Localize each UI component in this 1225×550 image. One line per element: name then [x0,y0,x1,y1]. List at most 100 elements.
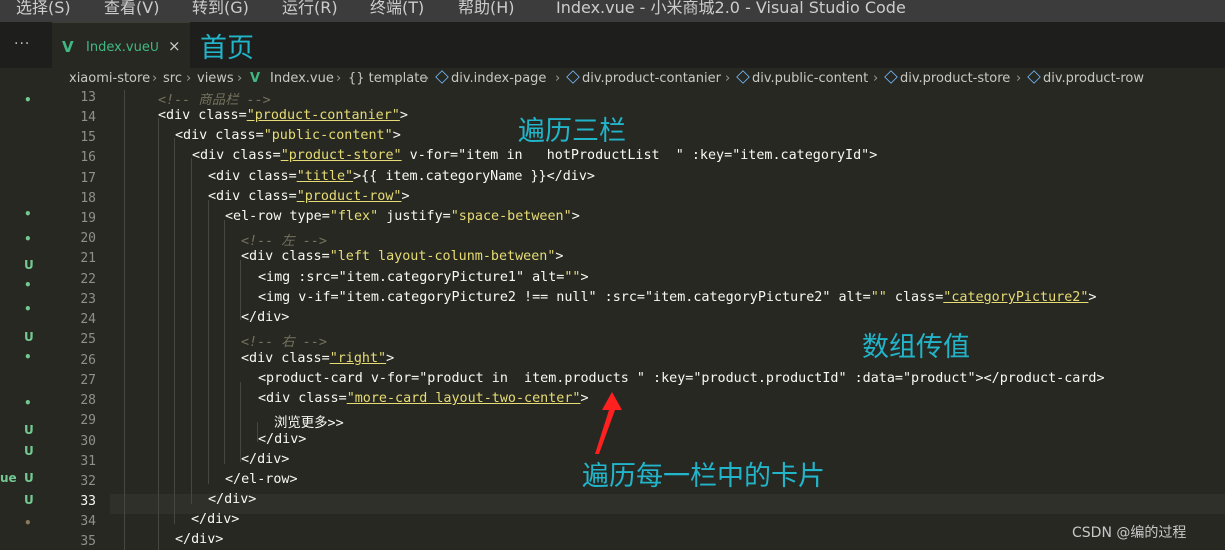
arrow-shape [595,392,622,454]
git-modified-dot: • [24,396,32,410]
code-line-31: </div> [241,452,289,467]
chevron-right-icon: › [237,71,243,86]
breadcrumb-item[interactable]: Index.vue [270,71,334,86]
git-untracked-mark: U [24,471,34,485]
code-string: "" [564,270,581,285]
line-number: 32 [80,474,96,489]
code-tag: </div> [241,452,290,467]
git-untracked-mark: U [24,493,34,507]
code-line-29: 浏览更多>> [274,411,344,431]
window-title: Index.vue - 小米商城2.0 - Visual Studio Code [556,0,906,17]
breadcrumb-item[interactable]: xiaomi-store [69,71,150,86]
code-string: "more-card layout-two-center" [346,391,581,406]
line-number: 29 [80,413,96,428]
breadcrumb-item[interactable]: div.product-row [1027,70,1145,86]
code-line-17: <div class="title">{{ item.categoryName … [208,169,595,184]
breadcrumb-item[interactable]: div.index-page [435,70,546,86]
code-tag: <div class= [258,391,347,406]
code-line-34: </div> [191,512,239,527]
vue-file-icon: V [250,71,261,86]
breadcrumb-item[interactable]: {} template [348,71,427,86]
line-number: 35 [80,534,96,549]
code-attr: :data= [846,371,903,386]
line-number: 13 [80,90,96,105]
code-expr: "product in item.products " [419,371,645,386]
code-attr: :key= [683,148,733,163]
code-string: "product-contanier" [246,108,400,123]
line-number: 15 [80,130,96,145]
code-string: "" [870,290,887,305]
code-tag: <img v-if= [258,290,339,305]
code-line-14: <div class="product-contanier"> [158,108,408,123]
git-modified-dot: • [24,302,32,316]
line-number: 33 [80,494,96,509]
code-line-20: <!-- 左 --> [241,229,327,249]
code-tag: </div> [258,432,307,447]
code-tag: </div> [175,532,224,547]
element-icon [736,70,750,84]
code-expr: hotProductList " [522,148,684,163]
code-tag: <product-card v-for= [258,371,420,386]
code-line-26: <div class="right"> [241,351,394,366]
close-icon[interactable]: × [168,37,181,55]
indent-guide [174,138,175,524]
code-comment: <!-- 左 --> [241,234,327,249]
breadcrumb-item[interactable]: src [163,71,182,86]
indent-guide [224,220,225,464]
indent-guide [158,118,159,550]
chevron-right-icon: › [186,71,192,86]
code-tag: > [869,148,878,163]
red-arrow-annotation [595,392,622,454]
code-string: "product-row" [296,189,402,204]
code-attr: :src= [596,290,645,305]
breadcrumb-item[interactable]: views [197,71,234,86]
git-modified-dot: • [24,207,32,221]
menu-terminal[interactable]: 终端(T) [370,0,424,16]
code-string: "title" [296,169,354,184]
git-gutter: • • • U • • U • • U U ue U U • [0,90,56,550]
line-number: 31 [80,454,96,469]
git-modified-dot: • [24,516,32,530]
breadcrumb-label: div.product-row [1043,71,1145,86]
code-line-22: <img :src="item.categoryPicture1" alt=""… [258,270,589,285]
line-number: 14 [80,110,96,125]
code-attr: :key= [644,371,694,386]
breadcrumb-item[interactable]: div.public-content [736,70,868,86]
menu-goto[interactable]: 转到(G) [192,0,249,16]
git-untracked-mark: U [24,258,34,272]
breadcrumb-label: div.product-store [900,71,1011,86]
code-line-18: <div class="product-row"> [208,189,410,204]
menu-view[interactable]: 查看(V) [104,0,159,16]
tab-index-vue[interactable]: V Index.vue U × [52,22,190,69]
indent-guide [191,158,192,504]
code-tag: > [580,270,589,285]
menu-run[interactable]: 运行(R) [282,0,338,16]
indent-guide [124,90,125,550]
code-tag: </div> [208,492,257,507]
more-actions-button[interactable]: ··· [14,36,44,56]
git-modified-dot: • [24,232,32,246]
menu-help[interactable]: 帮助(H) [458,0,515,16]
code-expr: "item.categoryPicture1" [338,270,525,285]
code-line-24: </div> [241,310,289,325]
chevron-right-icon: › [725,71,731,86]
breadcrumb-item[interactable]: div.product-store [884,70,1011,86]
code-tag: > [1088,290,1097,305]
code-tag: > [392,128,401,143]
code-attr: v-for= [401,148,459,163]
code-expr: "product" [902,371,976,386]
code-tag: <div class= [192,148,281,163]
line-number: 22 [80,272,96,287]
code-tag: > [401,189,410,204]
code-tag: <el-row type= [225,209,330,224]
code-expr: "item [458,148,507,163]
code-line-33: </div> [208,492,256,507]
chevron-right-icon: › [424,71,430,86]
line-number: 21 [80,251,96,266]
breadcrumb-item[interactable]: div.product-contanier [566,70,721,86]
menu-select[interactable]: 选择(S) [16,0,71,16]
code-tag: <div class= [241,351,330,366]
code-line-15: <div class="public-content"> [175,128,401,143]
code-string: "right" [329,351,387,366]
code-line-32: </el-row> [225,472,298,487]
